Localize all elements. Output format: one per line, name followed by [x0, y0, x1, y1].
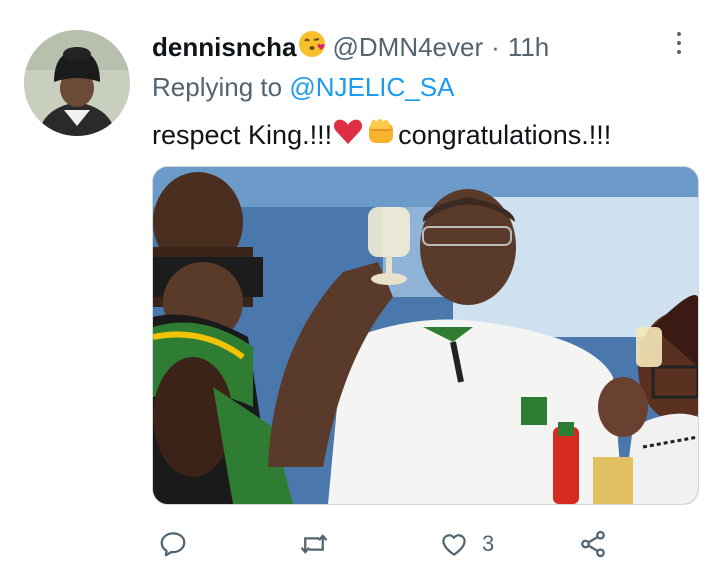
photo-image: [153, 167, 698, 504]
timestamp[interactable]: 11h: [508, 32, 549, 63]
replying-to-line: Replying to @NJELIC_SA: [152, 72, 454, 103]
reply-button[interactable]: [158, 522, 200, 566]
red-heart-emoji: [333, 118, 363, 153]
tweet-text-part2: congratulations.!!!: [398, 120, 612, 150]
tweet-photo[interactable]: [152, 166, 699, 505]
oncoming-fist-emoji: [365, 117, 397, 154]
replying-prefix: Replying to: [152, 72, 283, 102]
display-name[interactable]: dennisncha: [152, 32, 296, 63]
retweet-button[interactable]: [298, 522, 342, 566]
avatar[interactable]: [24, 30, 130, 136]
share-icon: [578, 529, 608, 559]
heart-icon: [438, 529, 470, 559]
share-button[interactable]: [578, 522, 620, 566]
separator-dot: ·: [491, 31, 500, 62]
action-bar: 3: [152, 522, 632, 566]
face-blowing-kiss-emoji: [298, 30, 326, 65]
tweet-text-part1: respect King.!!!: [152, 120, 333, 150]
user-handle[interactable]: @DMN4ever: [332, 32, 483, 63]
like-count: 3: [482, 531, 495, 556]
retweet-icon: [298, 529, 330, 559]
tweet-card[interactable]: dennisncha @DMN4ever · 11h Replying to @…: [0, 0, 719, 573]
replying-to-mention[interactable]: @NJELIC_SA: [289, 72, 454, 102]
like-button[interactable]: 3: [438, 522, 494, 566]
tweet-text: respect King.!!! congratulations.!!!: [152, 117, 611, 154]
more-dots-icon[interactable]: [664, 28, 694, 58]
avatar-image: [24, 30, 130, 136]
tweet-header: dennisncha @DMN4ever · 11h: [152, 30, 549, 64]
reply-icon: [158, 529, 188, 559]
